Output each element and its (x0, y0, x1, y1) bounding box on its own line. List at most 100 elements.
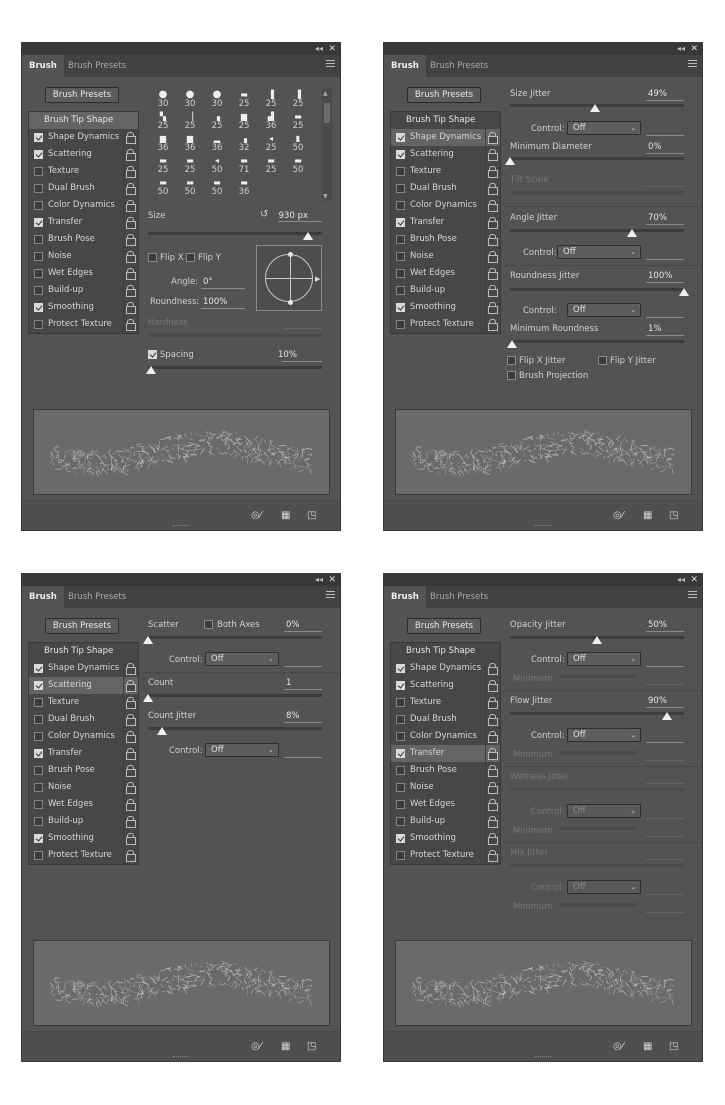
settings-item-transfer[interactable]: Transfer (29, 214, 138, 231)
size-jitter-value[interactable]: 49% (648, 89, 668, 99)
brush-tip-cell[interactable]: ▚ 25 (150, 112, 176, 131)
settings-item-checkbox[interactable] (396, 834, 405, 843)
settings-item-checkbox[interactable] (396, 732, 405, 741)
lock-icon[interactable] (488, 132, 498, 144)
settings-item-checkbox[interactable] (34, 252, 43, 261)
settings-item-checkbox[interactable] (34, 783, 43, 792)
roundness-handle-bottom[interactable] (288, 300, 293, 305)
lock-icon[interactable] (126, 663, 136, 675)
open-preset-manager-icon[interactable]: ▦ (281, 510, 290, 521)
lock-icon[interactable] (488, 748, 498, 760)
settings-item-checkbox[interactable] (34, 749, 43, 758)
settings-item-brush-pose[interactable]: Brush Pose (391, 762, 500, 779)
roundness-handle-top[interactable] (288, 252, 293, 257)
lock-icon[interactable] (488, 680, 498, 692)
toggle-live-tip-preview-icon[interactable]: ◎⁄ (251, 510, 261, 521)
settings-item-transfer[interactable]: Transfer (391, 214, 500, 231)
flip-y-checkbox[interactable] (186, 253, 195, 262)
settings-item-color-dynamics[interactable]: Color Dynamics (391, 728, 500, 745)
lock-icon[interactable] (488, 714, 498, 726)
lock-icon[interactable] (488, 166, 498, 178)
close-icon[interactable]: ✕ (328, 43, 336, 55)
brush-tip-cell[interactable]: ▬ 50 (150, 178, 176, 197)
settings-item-noise[interactable]: Noise (29, 248, 138, 265)
lock-icon[interactable] (126, 680, 136, 692)
angle-jitter-control-dropdown[interactable]: Off ⌄ (557, 245, 641, 259)
size-slider-thumb[interactable] (303, 232, 314, 240)
min-roundness-value[interactable]: 1% (648, 324, 668, 334)
settings-item-checkbox[interactable] (34, 681, 43, 690)
lock-icon[interactable] (126, 816, 136, 828)
panel-menu-icon[interactable] (326, 60, 335, 67)
close-icon[interactable]: ✕ (690, 574, 698, 586)
lock-icon[interactable] (126, 183, 136, 195)
lock-icon[interactable] (126, 748, 136, 760)
collapse-icon[interactable]: ◂◂ (677, 574, 685, 586)
lock-icon[interactable] (126, 765, 136, 777)
brush-tip-cell[interactable]: ▟ 36 (258, 112, 284, 131)
brush-tip-cell[interactable]: ▬ 25 (150, 156, 176, 175)
roundness-value[interactable]: 100% (203, 297, 227, 307)
settings-item-checkbox[interactable] (396, 303, 405, 312)
settings-item-texture[interactable]: Texture (29, 694, 138, 711)
brush-tip-cell[interactable]: ▬ 50 (285, 156, 311, 175)
flip-x-checkbox[interactable] (148, 253, 157, 262)
create-new-preset-icon[interactable]: ◳ (669, 1041, 678, 1052)
settings-item-wet-edges[interactable]: Wet Edges (29, 796, 138, 813)
settings-item-checkbox[interactable] (34, 715, 43, 724)
min-diameter-slider-track[interactable] (510, 157, 684, 160)
min-roundness-slider-thumb[interactable] (506, 340, 517, 348)
tab-brush[interactable]: Brush (384, 586, 426, 608)
settings-item-dual-brush[interactable]: Dual Brush (29, 711, 138, 728)
roundness-jitter-control-dropdown[interactable]: Off ⌄ (567, 303, 641, 317)
settings-item-checkbox[interactable] (396, 664, 405, 673)
brush-tip-cell[interactable]: ● 30 (177, 90, 203, 109)
settings-item-brush-pose[interactable]: Brush Pose (29, 231, 138, 248)
create-new-preset-icon[interactable]: ◳ (307, 510, 316, 521)
panel-menu-icon[interactable] (688, 60, 697, 67)
brush-tip-cell[interactable]: ▬ 50 (204, 178, 230, 197)
settings-item-wet-edges[interactable]: Wet Edges (391, 265, 500, 282)
lock-icon[interactable] (488, 302, 498, 314)
tab-brush[interactable]: Brush (384, 55, 426, 77)
settings-item-transfer[interactable]: Transfer (29, 745, 138, 762)
settings-item-checkbox[interactable] (396, 235, 405, 244)
brush-tip-cell[interactable]: ● 30 (150, 90, 176, 109)
lock-icon[interactable] (126, 217, 136, 229)
lock-icon[interactable] (488, 833, 498, 845)
tab-brush-presets[interactable]: Brush Presets (423, 586, 495, 608)
close-icon[interactable]: ✕ (328, 574, 336, 586)
brush-presets-button[interactable]: Brush Presets (45, 618, 119, 634)
settings-item-checkbox[interactable] (34, 851, 43, 860)
brush-tip-cell[interactable]: ▬ 50 (177, 178, 203, 197)
opacity-jitter-slider-thumb[interactable] (592, 636, 602, 644)
spacing-value[interactable]: 10% (278, 350, 304, 360)
lock-icon[interactable] (126, 132, 136, 144)
brush-tip-cell[interactable]: ▆ 25 (231, 112, 257, 131)
settings-item-protect-texture[interactable]: Protect Texture (391, 847, 500, 864)
brush-presets-button[interactable]: Brush Presets (45, 87, 119, 103)
settings-item-checkbox[interactable] (34, 235, 43, 244)
brush-tip-cell[interactable]: ▬ 71 (231, 156, 257, 175)
resize-grip[interactable] (173, 1056, 189, 1059)
settings-item-color-dynamics[interactable]: Color Dynamics (29, 197, 138, 214)
settings-item-texture[interactable]: Texture (391, 163, 500, 180)
rotate-reset-icon[interactable]: ↺ (260, 209, 268, 220)
settings-item-checkbox[interactable] (34, 269, 43, 278)
spacing-slider-track[interactable] (148, 366, 322, 369)
lock-icon[interactable] (488, 799, 498, 811)
lock-icon[interactable] (488, 782, 498, 794)
collapse-icon[interactable]: ◂◂ (315, 574, 323, 586)
lock-icon[interactable] (126, 251, 136, 263)
angle-arrow-icon[interactable]: ▶ (315, 275, 320, 283)
both-axes-checkbox[interactable] (204, 620, 213, 629)
scatter-control-dropdown[interactable]: Off ⌄ (205, 652, 279, 666)
resize-grip[interactable] (535, 1056, 551, 1059)
flow-control-dropdown[interactable]: Off ⌄ (567, 728, 641, 742)
settings-item-checkbox[interactable] (396, 749, 405, 758)
settings-item-shape-dynamics[interactable]: Shape Dynamics (29, 129, 138, 146)
brush-tip-cell[interactable]: ▬ 25 (231, 90, 257, 109)
lock-icon[interactable] (488, 816, 498, 828)
brush-tip-cell[interactable]: ▆ 36 (177, 134, 203, 153)
resize-grip[interactable] (535, 525, 551, 528)
